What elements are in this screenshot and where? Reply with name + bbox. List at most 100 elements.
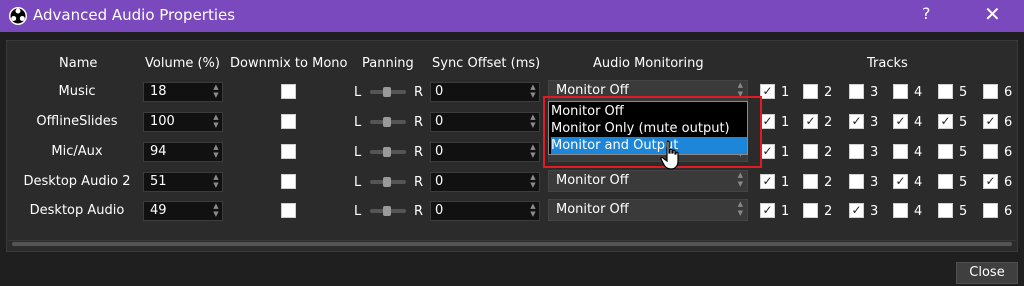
volume-input-music[interactable]: 18 ▲ ▼ <box>143 82 223 102</box>
track-1-checkbox[interactable]: ✓ <box>760 174 775 189</box>
downmix-checkbox-desktop-audio[interactable] <box>281 203 296 218</box>
track-1-checkbox[interactable]: ✓ <box>760 203 775 218</box>
downmix-checkbox-desktop-audio-2[interactable] <box>281 174 296 189</box>
header-downmix: Downmix to Mono <box>230 56 348 71</box>
sync-offset-input-mic-aux[interactable]: 0 ▲ ▼ <box>430 142 540 162</box>
track-4-checkbox[interactable] <box>893 203 908 218</box>
track-6-checkbox[interactable] <box>983 203 998 218</box>
downmix-checkbox-mic-aux[interactable] <box>281 144 296 159</box>
horizontal-scrollbar-thumb[interactable] <box>12 242 1012 246</box>
track-5-checkbox[interactable] <box>938 84 953 99</box>
track-2-checkbox[interactable] <box>803 203 818 218</box>
chevron-icon: ▲▼ <box>737 171 743 188</box>
window-close-button[interactable]: ✕ <box>984 2 1001 26</box>
spin-arrows-icon[interactable]: ▲ ▼ <box>527 202 539 220</box>
sync-offset-input-music[interactable]: 0 ▲ ▼ <box>430 82 540 102</box>
volume-value: 49 <box>150 203 167 218</box>
track-3-checkbox[interactable] <box>849 84 864 99</box>
hand-pointer-cursor-icon <box>660 140 679 170</box>
track-5-checkbox[interactable] <box>938 203 953 218</box>
track-number-label: 5 <box>959 115 968 130</box>
track-1-checkbox[interactable]: ✓ <box>760 84 775 99</box>
sync-offset-input-offlineslides[interactable]: 0 ▲ ▼ <box>430 112 540 132</box>
pan-handle-offlineslides[interactable] <box>383 117 391 127</box>
track-6-checkbox[interactable] <box>983 84 998 99</box>
sync-value: 0 <box>435 114 444 129</box>
track-number-label: 1 <box>781 175 790 190</box>
spin-arrows-icon[interactable]: ▲ ▼ <box>527 113 539 131</box>
volume-input-desktop-audio-2[interactable]: 51 ▲ ▼ <box>143 172 223 192</box>
track-number-label: 5 <box>959 175 968 190</box>
track-number-label: 2 <box>824 115 833 130</box>
spin-arrows-icon[interactable]: ▲ ▼ <box>210 113 222 131</box>
track-2-checkbox[interactable] <box>803 84 818 99</box>
sync-offset-input-desktop-audio-2[interactable]: 0 ▲ ▼ <box>430 172 540 192</box>
spin-arrows-icon[interactable]: ▲ ▼ <box>210 83 222 101</box>
track-4-checkbox[interactable] <box>893 144 908 159</box>
track-4-checkbox[interactable]: ✓ <box>893 174 908 189</box>
track-6-checkbox[interactable]: ✓ <box>983 114 998 129</box>
track-number-label: 2 <box>824 204 833 219</box>
track-3-checkbox[interactable] <box>849 174 864 189</box>
track-5-checkbox[interactable]: ✓ <box>938 114 953 129</box>
spin-arrows-icon[interactable]: ▲ ▼ <box>210 143 222 161</box>
header-name: Name <box>59 56 98 71</box>
track-2-checkbox[interactable] <box>803 144 818 159</box>
downmix-checkbox-music[interactable] <box>281 84 296 99</box>
title-bar: Advanced Audio Properties ? ✕ <box>0 0 1024 32</box>
pan-handle-desktop-audio-2[interactable] <box>383 177 391 187</box>
track-1-checkbox[interactable]: ✓ <box>760 114 775 129</box>
track-6-checkbox[interactable]: ✓ <box>983 174 998 189</box>
track-1-checkbox[interactable]: ✓ <box>760 144 775 159</box>
monitoring-value: Monitor Off <box>556 202 629 217</box>
track-3-checkbox[interactable]: ✓ <box>849 203 864 218</box>
row-name-desktop-audio: Desktop Audio <box>29 203 125 218</box>
track-number-label: 4 <box>914 175 923 190</box>
spin-arrows-icon[interactable]: ▲ ▼ <box>527 83 539 101</box>
track-number-label: 3 <box>870 204 879 219</box>
spin-arrows-icon[interactable]: ▲ ▼ <box>210 202 222 220</box>
track-6-checkbox[interactable] <box>983 144 998 159</box>
track-2-checkbox[interactable] <box>803 174 818 189</box>
pan-handle-mic-aux[interactable] <box>383 147 391 157</box>
sync-offset-input-desktop-audio[interactable]: 0 ▲ ▼ <box>430 201 540 221</box>
track-number-label: 4 <box>914 85 923 100</box>
track-2-checkbox[interactable]: ✓ <box>803 114 818 129</box>
pan-handle-desktop-audio[interactable] <box>383 206 391 216</box>
volume-value: 51 <box>150 174 167 189</box>
track-number-label: 4 <box>914 115 923 130</box>
obs-logo-icon <box>9 7 27 25</box>
track-number-label: 3 <box>870 175 879 190</box>
row-name-desktop-audio-2: Desktop Audio 2 <box>23 174 131 189</box>
track-4-checkbox[interactable]: ✓ <box>893 114 908 129</box>
header-audio-monitoring: Audio Monitoring <box>593 56 704 71</box>
close-button[interactable]: Close <box>956 262 1018 284</box>
track-5-checkbox[interactable] <box>938 144 953 159</box>
help-button[interactable]: ? <box>922 4 931 23</box>
track-5-checkbox[interactable] <box>938 174 953 189</box>
monitoring-select-desktop-audio-2[interactable]: Monitor Off ▲ ▼ <box>548 170 748 192</box>
header-panning: Panning <box>362 56 414 71</box>
track-number-label: 6 <box>1004 175 1013 190</box>
pan-right-label: R <box>414 204 424 219</box>
monitoring-select-desktop-audio[interactable]: Monitor Off ▲ ▼ <box>548 199 748 221</box>
volume-input-desktop-audio[interactable]: 49 ▲ ▼ <box>143 201 223 221</box>
spin-arrows-icon[interactable]: ▲ ▼ <box>527 173 539 191</box>
spin-arrows-icon[interactable]: ▲ ▼ <box>210 173 222 191</box>
track-number-label: 4 <box>914 145 923 160</box>
track-3-checkbox[interactable] <box>849 144 864 159</box>
track-number-label: 1 <box>781 204 790 219</box>
row-name-offlineslides: OfflineSlides <box>36 114 118 129</box>
volume-value: 18 <box>150 84 167 99</box>
downmix-checkbox-offlineslides[interactable] <box>281 114 296 129</box>
track-number-label: 6 <box>1004 145 1013 160</box>
pan-handle-music[interactable] <box>383 87 391 97</box>
track-4-checkbox[interactable] <box>893 84 908 99</box>
chevron-icon: ▲▼ <box>737 200 743 217</box>
volume-input-mic-aux[interactable]: 94 ▲ ▼ <box>143 142 223 162</box>
spin-arrows-icon[interactable]: ▲ ▼ <box>527 143 539 161</box>
track-3-checkbox[interactable]: ✓ <box>849 114 864 129</box>
volume-input-offlineslides[interactable]: 100 ▲ ▼ <box>143 112 223 132</box>
pan-left-label: L <box>354 204 362 219</box>
pan-left-label: L <box>354 145 362 160</box>
